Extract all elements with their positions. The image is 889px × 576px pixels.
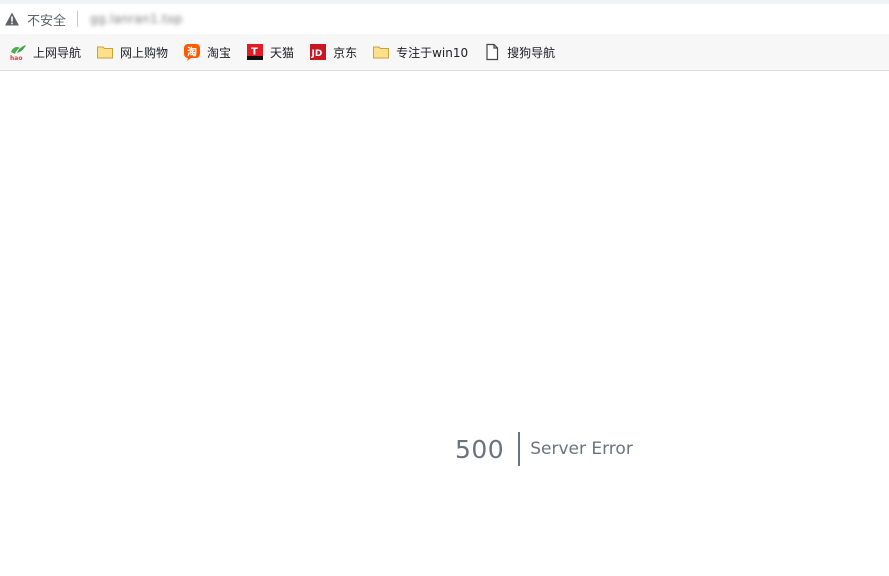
- browser-chrome: 不安全 gg.lanran1.top hao 上网导航 网上购物 淘 淘宝 T …: [0, 0, 889, 71]
- folder-icon: [372, 43, 390, 61]
- page-icon: [483, 43, 501, 61]
- address-bar[interactable]: 不安全 gg.lanran1.top: [0, 4, 889, 34]
- bookmark-sogou-navigation[interactable]: 搜狗导航: [483, 40, 561, 64]
- tmall-icon: T: [246, 43, 264, 61]
- taobao-icon: 淘: [183, 43, 201, 61]
- bookmark-jd[interactable]: JD 京东: [309, 40, 363, 64]
- security-status[interactable]: 不安全: [27, 10, 66, 29]
- jd-icon: JD: [309, 43, 327, 61]
- address-separator: [77, 11, 79, 27]
- bookmark-label: 天猫: [270, 45, 295, 60]
- bookmark-label: 搜狗导航: [507, 45, 556, 60]
- hao-icon: hao: [9, 43, 27, 61]
- svg-text:JD: JD: [311, 49, 323, 59]
- svg-text:hao: hao: [10, 55, 22, 61]
- folder-icon: [96, 43, 114, 61]
- bookmark-label: 网上购物: [120, 45, 169, 60]
- bookmark-hao-navigation[interactable]: hao 上网导航: [9, 40, 87, 64]
- bookmark-label: 淘宝: [207, 45, 232, 60]
- bookmark-taobao[interactable]: 淘 淘宝: [183, 40, 237, 64]
- error-code: 500: [455, 434, 505, 464]
- bookmark-folder-shopping[interactable]: 网上购物: [96, 40, 174, 64]
- bookmarks-bar: hao 上网导航 网上购物 淘 淘宝 T 天猫 JD 京东 专注于win10 搜…: [0, 34, 889, 71]
- bookmark-label: 上网导航: [33, 45, 82, 60]
- url-text[interactable]: gg.lanran1.top: [90, 12, 183, 26]
- page-content: 500 Server Error: [0, 71, 889, 576]
- warning-icon[interactable]: [4, 11, 20, 27]
- bookmark-tmall[interactable]: T 天猫: [246, 40, 300, 64]
- svg-text:淘: 淘: [187, 46, 197, 59]
- svg-text:T: T: [251, 47, 258, 58]
- error-message-block: 500 Server Error: [455, 432, 633, 466]
- error-text: Server Error: [530, 439, 633, 459]
- bookmark-label: 京东: [333, 45, 358, 60]
- bookmark-folder-win10[interactable]: 专注于win10: [372, 40, 474, 64]
- error-divider: [518, 432, 521, 466]
- bookmark-label: 专注于win10: [396, 45, 469, 60]
